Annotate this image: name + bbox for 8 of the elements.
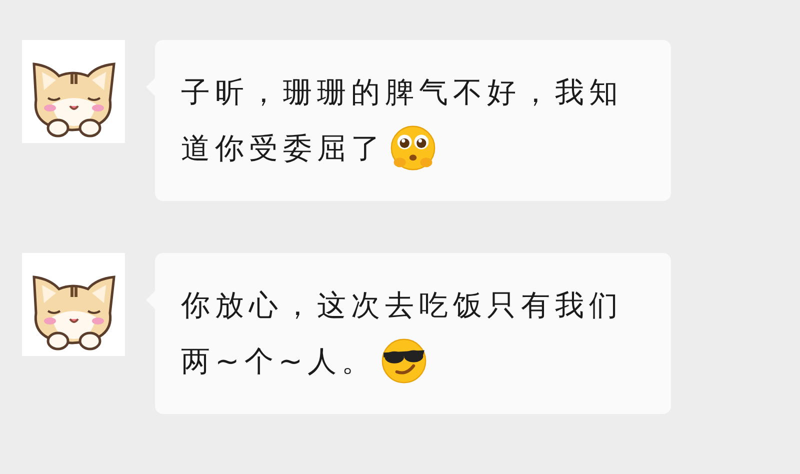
message-text: 你放心，这次去吃饭只有我们 bbox=[181, 287, 623, 324]
sunglasses-face-icon bbox=[380, 337, 428, 385]
message-text: 道你受委屈了 bbox=[181, 130, 385, 167]
cat-avatar[interactable] bbox=[22, 253, 125, 356]
cat-avatar[interactable] bbox=[22, 40, 125, 143]
message-text: 子昕，珊珊的脾气不好，我知 bbox=[181, 74, 623, 111]
message-text: 两~个~人。 bbox=[181, 343, 376, 380]
pleading-face-icon bbox=[389, 124, 437, 172]
